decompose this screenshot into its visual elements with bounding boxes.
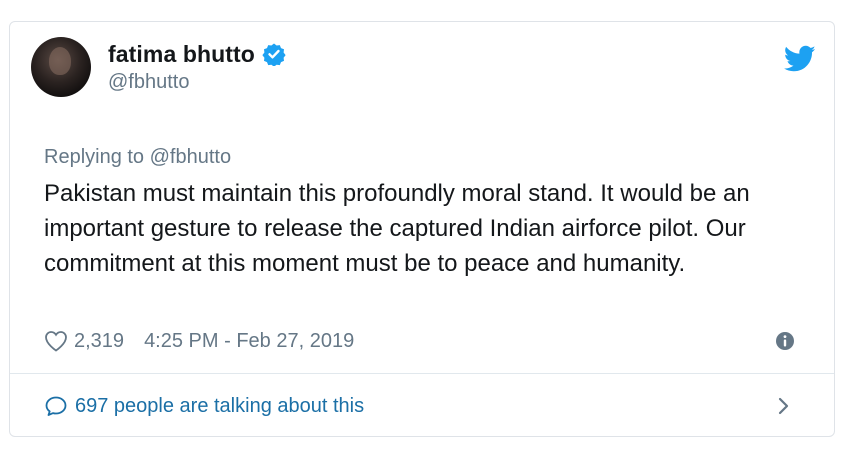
user-handle[interactable]: @fbhutto bbox=[108, 71, 286, 94]
avatar[interactable] bbox=[31, 37, 91, 97]
display-name[interactable]: fatima bhutto bbox=[108, 41, 255, 68]
talking-label[interactable]: 697 people are talking about this bbox=[75, 395, 364, 418]
heart-icon[interactable] bbox=[44, 330, 68, 352]
verified-badge-icon bbox=[262, 43, 286, 66]
name-row: fatima bhutto bbox=[108, 40, 286, 68]
divider bbox=[10, 373, 834, 374]
timestamp[interactable]: 4:25 PM - Feb 27, 2019 bbox=[144, 330, 354, 353]
chevron-right-icon[interactable] bbox=[776, 395, 792, 417]
info-icon[interactable] bbox=[775, 331, 795, 351]
twitter-bird-icon[interactable] bbox=[784, 45, 816, 73]
tweet-header: fatima bhutto @fbhutto bbox=[31, 35, 816, 105]
replying-to[interactable]: Replying to @fbhutto bbox=[44, 146, 231, 169]
tweet-meta: 2,319 4:25 PM - Feb 27, 2019 bbox=[44, 327, 804, 355]
speech-bubble-icon bbox=[45, 396, 67, 416]
conversation-link[interactable]: 697 people are talking about this bbox=[44, 392, 804, 420]
like-count[interactable]: 2,319 bbox=[74, 330, 124, 353]
tweet-text: Pakistan must maintain this profoundly m… bbox=[44, 180, 750, 277]
author-info: fatima bhutto @fbhutto bbox=[108, 40, 286, 94]
